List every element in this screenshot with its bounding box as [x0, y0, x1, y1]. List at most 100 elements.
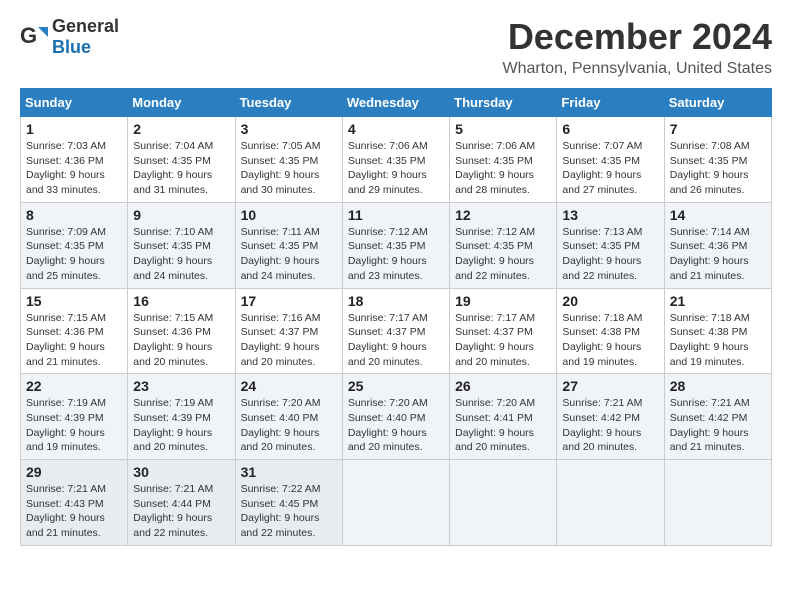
day-number: 2 [133, 121, 229, 137]
week-row-3: 15 Sunrise: 7:15 AMSunset: 4:36 PMDayligh… [21, 288, 772, 374]
day-number: 10 [241, 207, 337, 223]
day-info: Sunrise: 7:20 AMSunset: 4:40 PMDaylight:… [241, 397, 321, 453]
day-number: 23 [133, 378, 229, 394]
day-info: Sunrise: 7:09 AMSunset: 4:35 PMDaylight:… [26, 226, 106, 282]
calendar-cell: 11Sunrise: 7:12 AMSunset: 4:35 PMDayligh… [342, 202, 449, 288]
day-info: Sunrise: 7:06 AMSunset: 4:35 PMDaylight:… [455, 140, 535, 196]
weekday-header-saturday: Saturday [664, 89, 771, 117]
day-info: Sunrise: 7:16 AMSunset: 4:37 PMDaylight:… [241, 312, 321, 368]
day-info: Sunrise: 7:22 AMSunset: 4:45 PMDaylight:… [241, 483, 321, 539]
month-title: December 2024 [503, 16, 772, 58]
logo-icon: G [20, 23, 48, 51]
calendar-body: 1 Sunrise: 7:03 AMSunset: 4:36 PMDaylight… [21, 117, 772, 546]
day-info: Sunrise: 7:18 AMSunset: 4:38 PMDaylight:… [670, 312, 750, 368]
calendar-cell: 22 Sunrise: 7:19 AMSunset: 4:39 PMDayligh… [21, 374, 128, 460]
calendar-cell: 9Sunrise: 7:10 AMSunset: 4:35 PMDaylight… [128, 202, 235, 288]
day-number: 4 [348, 121, 444, 137]
day-number: 21 [670, 293, 766, 309]
day-number: 25 [348, 378, 444, 394]
weekday-header-sunday: Sunday [21, 89, 128, 117]
calendar-cell: 6Sunrise: 7:07 AMSunset: 4:35 PMDaylight… [557, 117, 664, 203]
day-number: 8 [26, 207, 122, 223]
calendar-cell: 1 Sunrise: 7:03 AMSunset: 4:36 PMDaylight… [21, 117, 128, 203]
calendar-cell: 15 Sunrise: 7:15 AMSunset: 4:36 PMDayligh… [21, 288, 128, 374]
day-info: Sunrise: 7:21 AMSunset: 4:44 PMDaylight:… [133, 483, 213, 539]
week-row-5: 29Sunrise: 7:21 AMSunset: 4:43 PMDayligh… [21, 460, 772, 546]
calendar-cell: 10 Sunrise: 7:11 AMSunset: 4:35 PMDayligh… [235, 202, 342, 288]
day-info: Sunrise: 7:08 AMSunset: 4:35 PMDaylight:… [670, 140, 750, 196]
day-number: 12 [455, 207, 551, 223]
week-row-1: 1 Sunrise: 7:03 AMSunset: 4:36 PMDaylight… [21, 117, 772, 203]
day-number: 30 [133, 464, 229, 480]
day-info: Sunrise: 7:14 AMSunset: 4:36 PMDaylight:… [670, 226, 750, 282]
day-number: 22 [26, 378, 122, 394]
day-number: 15 [26, 293, 122, 309]
day-number: 3 [241, 121, 337, 137]
day-info: Sunrise: 7:15 AMSunset: 4:36 PMDaylight:… [26, 312, 106, 368]
day-info: Sunrise: 7:12 AMSunset: 4:35 PMDaylight:… [455, 226, 535, 282]
day-info: Sunrise: 7:19 AMSunset: 4:39 PMDaylight:… [26, 397, 106, 453]
day-info: Sunrise: 7:03 AMSunset: 4:36 PMDaylight:… [26, 140, 106, 196]
calendar-cell: 25 Sunrise: 7:20 AMSunset: 4:40 PMDayligh… [342, 374, 449, 460]
calendar-cell: 29Sunrise: 7:21 AMSunset: 4:43 PMDayligh… [21, 460, 128, 546]
calendar-cell: 14 Sunrise: 7:14 AMSunset: 4:36 PMDayligh… [664, 202, 771, 288]
weekday-header-monday: Monday [128, 89, 235, 117]
calendar-cell: 20Sunrise: 7:18 AMSunset: 4:38 PMDayligh… [557, 288, 664, 374]
calendar-cell: 17Sunrise: 7:16 AMSunset: 4:37 PMDayligh… [235, 288, 342, 374]
week-row-2: 8 Sunrise: 7:09 AMSunset: 4:35 PMDaylight… [21, 202, 772, 288]
day-info: Sunrise: 7:20 AMSunset: 4:40 PMDaylight:… [348, 397, 428, 453]
day-number: 13 [562, 207, 658, 223]
day-info: Sunrise: 7:21 AMSunset: 4:42 PMDaylight:… [670, 397, 750, 453]
day-number: 29 [26, 464, 122, 480]
day-info: Sunrise: 7:15 AMSunset: 4:36 PMDaylight:… [133, 312, 213, 368]
day-info: Sunrise: 7:11 AMSunset: 4:35 PMDaylight:… [241, 226, 320, 282]
calendar-cell: 30 Sunrise: 7:21 AMSunset: 4:44 PMDayligh… [128, 460, 235, 546]
weekday-header-tuesday: Tuesday [235, 89, 342, 117]
calendar-cell: 24 Sunrise: 7:20 AMSunset: 4:40 PMDayligh… [235, 374, 342, 460]
calendar-table: SundayMondayTuesdayWednesdayThursdayFrid… [20, 88, 772, 546]
title-area: December 2024 Wharton, Pennsylvania, Uni… [503, 16, 772, 78]
calendar-cell [450, 460, 557, 546]
day-number: 24 [241, 378, 337, 394]
calendar-cell: 31 Sunrise: 7:22 AMSunset: 4:45 PMDayligh… [235, 460, 342, 546]
day-info: Sunrise: 7:18 AMSunset: 4:38 PMDaylight:… [562, 312, 642, 368]
day-number: 27 [562, 378, 658, 394]
day-number: 19 [455, 293, 551, 309]
day-number: 9 [133, 207, 229, 223]
calendar-cell: 19 Sunrise: 7:17 AMSunset: 4:37 PMDayligh… [450, 288, 557, 374]
day-number: 31 [241, 464, 337, 480]
day-info: Sunrise: 7:17 AMSunset: 4:37 PMDaylight:… [455, 312, 535, 368]
header: G General Blue December 2024 Wharton, Pe… [20, 16, 772, 78]
calendar-cell: 13Sunrise: 7:13 AMSunset: 4:35 PMDayligh… [557, 202, 664, 288]
calendar-cell: 4 Sunrise: 7:06 AMSunset: 4:35 PMDaylight… [342, 117, 449, 203]
calendar-cell [342, 460, 449, 546]
day-number: 16 [133, 293, 229, 309]
location-title: Wharton, Pennsylvania, United States [503, 60, 772, 78]
weekday-header-row: SundayMondayTuesdayWednesdayThursdayFrid… [21, 89, 772, 117]
logo-blue: Blue [52, 37, 91, 57]
day-number: 14 [670, 207, 766, 223]
day-number: 1 [26, 121, 122, 137]
weekday-header-friday: Friday [557, 89, 664, 117]
week-row-4: 22 Sunrise: 7:19 AMSunset: 4:39 PMDayligh… [21, 374, 772, 460]
day-info: Sunrise: 7:17 AMSunset: 4:37 PMDaylight:… [348, 312, 428, 368]
day-info: Sunrise: 7:19 AMSunset: 4:39 PMDaylight:… [133, 397, 213, 453]
calendar-cell: 28Sunrise: 7:21 AMSunset: 4:42 PMDayligh… [664, 374, 771, 460]
svg-text:G: G [20, 23, 37, 48]
logo: G General Blue [20, 16, 119, 58]
logo-general: General [52, 16, 119, 36]
calendar-cell: 8 Sunrise: 7:09 AMSunset: 4:35 PMDaylight… [21, 202, 128, 288]
day-number: 6 [562, 121, 658, 137]
day-info: Sunrise: 7:12 AMSunset: 4:35 PMDaylight:… [348, 226, 428, 282]
calendar-cell: 16 Sunrise: 7:15 AMSunset: 4:36 PMDayligh… [128, 288, 235, 374]
day-info: Sunrise: 7:06 AMSunset: 4:35 PMDaylight:… [348, 140, 428, 196]
day-number: 5 [455, 121, 551, 137]
weekday-header-thursday: Thursday [450, 89, 557, 117]
calendar-cell: 18 Sunrise: 7:17 AMSunset: 4:37 PMDayligh… [342, 288, 449, 374]
day-info: Sunrise: 7:20 AMSunset: 4:41 PMDaylight:… [455, 397, 535, 453]
day-info: Sunrise: 7:21 AMSunset: 4:42 PMDaylight:… [562, 397, 642, 453]
calendar-cell: 7Sunrise: 7:08 AMSunset: 4:35 PMDaylight… [664, 117, 771, 203]
calendar-cell: 26Sunrise: 7:20 AMSunset: 4:41 PMDayligh… [450, 374, 557, 460]
day-number: 18 [348, 293, 444, 309]
calendar-cell: 3Sunrise: 7:05 AMSunset: 4:35 PMDaylight… [235, 117, 342, 203]
